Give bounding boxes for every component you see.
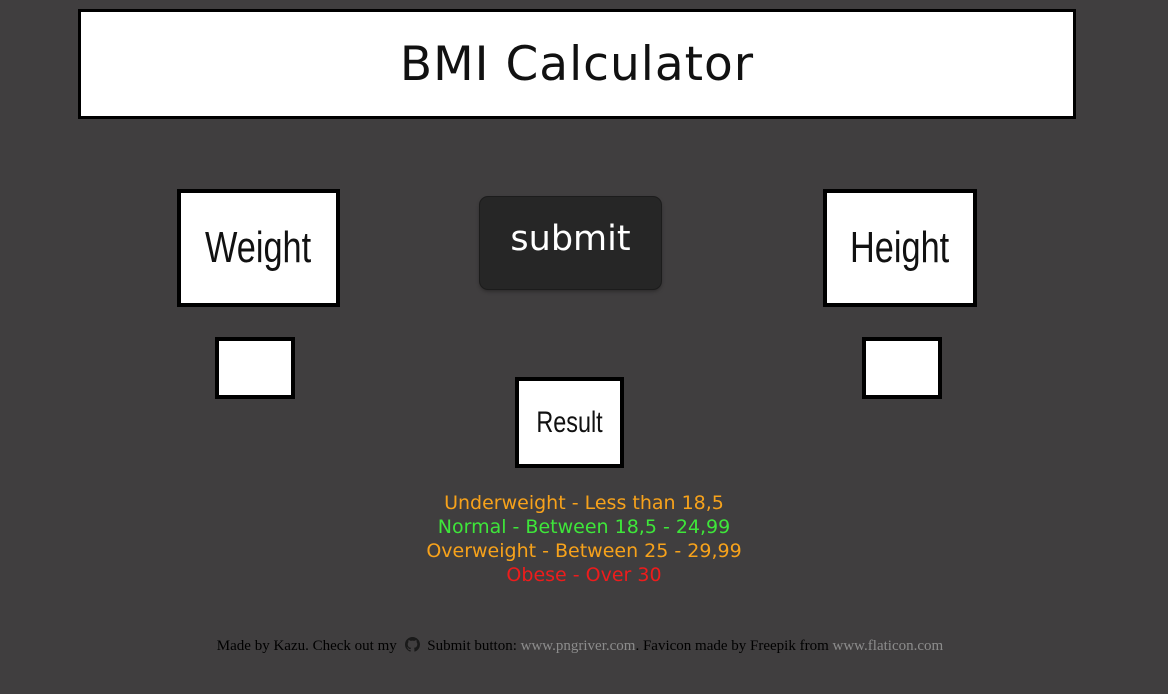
bmi-legend: Underweight - Less than 18,5 Normal - Be… <box>0 491 1168 587</box>
height-label-box: Height <box>823 189 977 307</box>
legend-underweight: Underweight - Less than 18,5 <box>444 492 724 514</box>
flaticon-link[interactable]: www.flaticon.com <box>833 638 944 654</box>
weight-input[interactable] <box>215 337 295 399</box>
page-title: BMI Calculator <box>399 36 755 92</box>
weight-label-box: Weight <box>177 189 340 307</box>
footer-made-by: Made by Kazu. Check out my <box>216 638 397 654</box>
footer-favicon-credit: . Favicon made by Freepik from <box>635 638 829 654</box>
github-icon[interactable] <box>404 637 420 652</box>
result-box: Result <box>515 377 624 468</box>
weight-label: Weight <box>205 223 312 272</box>
legend-normal: Normal - Between 18,5 - 24,99 <box>437 516 731 538</box>
height-input[interactable] <box>862 337 942 399</box>
legend-overweight: Overweight - Between 25 - 29,99 <box>426 540 742 562</box>
title-banner: BMI Calculator <box>78 9 1076 119</box>
submit-button-label: submit <box>510 219 631 259</box>
height-label: Height <box>850 223 950 272</box>
footer: Made by Kazu. Check out my Submit button… <box>0 637 1160 655</box>
pngriver-link[interactable]: www.pngriver.com <box>521 638 636 654</box>
submit-button[interactable]: submit <box>480 197 661 289</box>
result-label: Result <box>536 405 603 439</box>
footer-submit-credit: Submit button: <box>427 638 517 654</box>
legend-obese: Obese - Over 30 <box>506 564 662 586</box>
